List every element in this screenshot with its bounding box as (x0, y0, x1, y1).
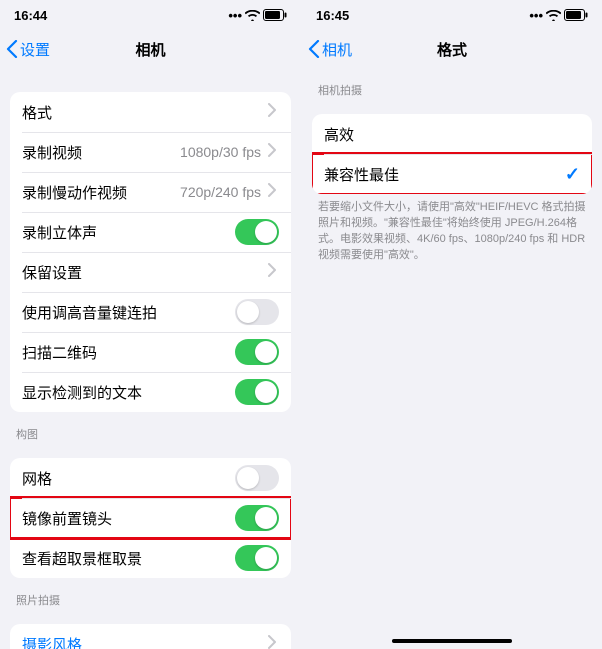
settings-row[interactable]: 保留设置 (10, 252, 291, 292)
toggle-switch[interactable] (235, 505, 279, 531)
settings-row[interactable]: 录制视频1080p/30 fps (10, 132, 291, 172)
settings-row[interactable]: 使用调高音量键连拍 (10, 292, 291, 332)
row-label: 使用调高音量键连拍 (22, 302, 235, 323)
dots-icon: ••• (529, 8, 543, 23)
dots-icon: ••• (228, 8, 242, 23)
checkmark-icon: ✓ (565, 164, 580, 185)
row-label: 查看超取景框取景 (22, 548, 235, 569)
status-time: 16:44 (14, 8, 47, 23)
group-camera-main: 格式录制视频1080p/30 fps录制慢动作视频720p/240 fps录制立… (10, 92, 291, 412)
row-label: 显示检测到的文本 (22, 382, 235, 403)
toggle-switch[interactable] (235, 545, 279, 571)
chevron-right-icon (268, 635, 276, 649)
status-indicators: ••• (529, 8, 588, 23)
toggle-switch[interactable] (235, 379, 279, 405)
settings-row[interactable]: 查看超取景框取景 (10, 538, 291, 578)
chevron-right-icon (268, 263, 276, 277)
nav-bar: 设置 相机 (0, 30, 301, 68)
row-detail: 1080p/30 fps (180, 144, 261, 160)
chevron-right-icon (268, 143, 276, 157)
settings-row[interactable]: 高效 (312, 114, 592, 154)
row-label: 扫描二维码 (22, 342, 235, 363)
group-format-options: 高效兼容性最佳✓ (312, 114, 592, 194)
settings-row[interactable]: 显示检测到的文本 (10, 372, 291, 412)
back-label: 设置 (20, 39, 50, 60)
settings-row[interactable]: 扫描二维码 (10, 332, 291, 372)
row-label: 镜像前置镜头 (22, 508, 235, 529)
battery-icon (564, 9, 588, 21)
group-header-composition: 构图 (0, 412, 301, 448)
row-label: 录制慢动作视频 (22, 182, 180, 203)
row-label: 网格 (22, 468, 235, 489)
settings-row[interactable]: 录制慢动作视频720p/240 fps (10, 172, 291, 212)
status-bar: 16:45 ••• (302, 0, 602, 30)
settings-row[interactable]: 镜像前置镜头 (10, 498, 291, 538)
row-detail: 720p/240 fps (180, 184, 261, 200)
row-label: 保留设置 (22, 262, 265, 283)
chevron-right-icon (265, 103, 279, 122)
back-button[interactable]: 设置 (0, 39, 50, 60)
battery-icon (263, 9, 287, 21)
settings-row[interactable]: 录制立体声 (10, 212, 291, 252)
row-label: 格式 (22, 102, 265, 123)
chevron-right-icon (265, 183, 279, 202)
chevron-right-icon (265, 635, 279, 649)
chevron-left-icon (6, 40, 18, 58)
settings-row[interactable]: 格式 (10, 92, 291, 132)
toggle-switch[interactable] (235, 299, 279, 325)
toggle-switch[interactable] (235, 339, 279, 365)
settings-row[interactable]: 兼容性最佳✓ (312, 154, 592, 194)
chevron-left-icon (308, 40, 320, 58)
chevron-right-icon (268, 103, 276, 117)
chevron-right-icon (268, 183, 276, 197)
status-indicators: ••• (228, 8, 287, 23)
home-indicator[interactable] (392, 639, 512, 643)
row-label: 录制视频 (22, 142, 180, 163)
group-header-photo-capture: 照片拍摄 (0, 578, 301, 614)
status-bar: 16:44 ••• (0, 0, 301, 30)
chevron-right-icon (265, 263, 279, 282)
status-time: 16:45 (316, 8, 349, 23)
chevron-right-icon (265, 143, 279, 162)
row-label: 兼容性最佳 (324, 164, 565, 185)
footer-format-explain: 若要缩小文件大小，请使用"高效"HEIF/HEVC 格式拍摄照片和视频。"兼容性… (302, 194, 602, 274)
toggle-switch[interactable] (235, 219, 279, 245)
row-label: 录制立体声 (22, 222, 235, 243)
row-label: 摄影风格 (22, 634, 265, 649)
back-button[interactable]: 相机 (302, 39, 352, 60)
screen-formats: 16:45 ••• 相机 格式 相机拍摄 高效兼容性最佳✓ 若要缩小文件大小，请… (301, 0, 602, 649)
settings-row[interactable]: 网格 (10, 458, 291, 498)
nav-bar: 相机 格式 (302, 30, 602, 68)
back-label: 相机 (322, 39, 352, 60)
wifi-icon (245, 10, 260, 21)
group-composition: 网格镜像前置镜头查看超取景框取景 (10, 458, 291, 578)
screen-camera-settings: 16:44 ••• 设置 相机 格式录制视频1080p/30 fps录制慢动作视… (0, 0, 301, 649)
group-photo-capture: 摄影风格 (10, 624, 291, 649)
toggle-switch[interactable] (235, 465, 279, 491)
wifi-icon (546, 10, 561, 21)
settings-row[interactable]: 摄影风格 (10, 624, 291, 649)
row-label: 高效 (324, 124, 580, 145)
group-header-camera-capture: 相机拍摄 (302, 68, 602, 104)
